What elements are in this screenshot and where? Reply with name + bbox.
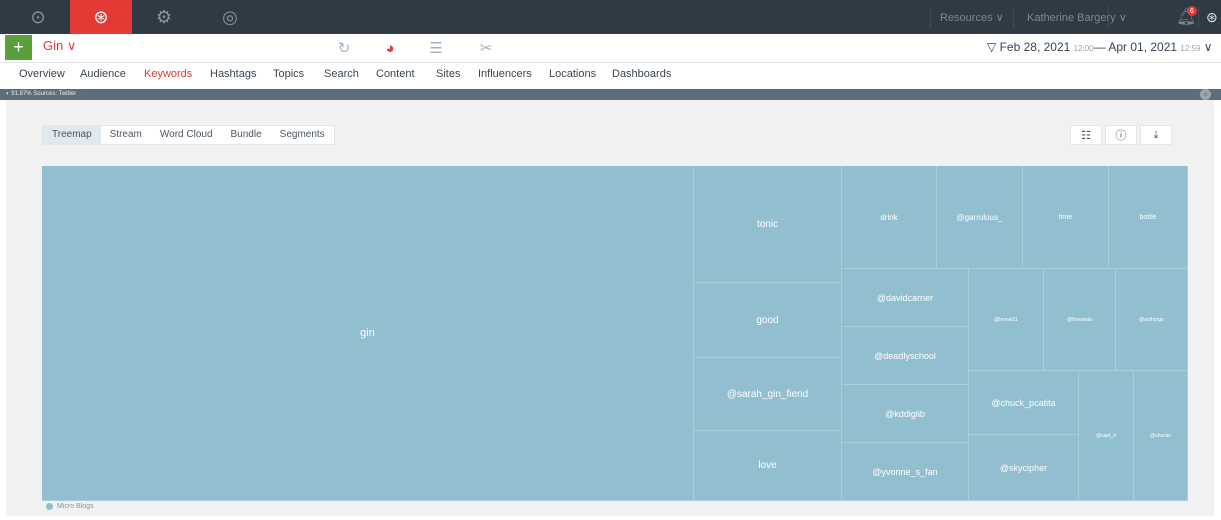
treemap-cell-tonic[interactable]: tonic	[694, 166, 842, 283]
nav-influencers[interactable]: Influencers	[478, 68, 532, 80]
main-nav: Overview Audience Keywords Hashtags Topi…	[0, 63, 1221, 87]
nav-dashboards[interactable]: Dashboards	[612, 68, 671, 80]
treemap-cell-bottle[interactable]: bottle	[1109, 166, 1188, 269]
notification-badge: 6	[1187, 6, 1197, 16]
treemap-cell-leonel11[interactable]: @leonel11	[969, 269, 1044, 371]
tab-stream[interactable]: Stream	[101, 126, 151, 144]
nav-topics[interactable]: Topics	[273, 68, 304, 80]
nav-sites[interactable]: Sites	[436, 68, 460, 80]
nav-audience[interactable]: Audience	[80, 68, 126, 80]
tools-icon[interactable]: ✂	[474, 36, 498, 60]
treemap-cell-chucks[interactable]: @chucks	[1134, 371, 1188, 501]
add-button[interactable]: +	[5, 35, 32, 60]
divider	[1108, 6, 1109, 28]
treemap-cell-good[interactable]: good	[694, 283, 842, 358]
close-icon[interactable]: ×	[1200, 89, 1211, 100]
treemap-cell-capt-n[interactable]: @capt_n	[1079, 371, 1134, 501]
treemap-cell-sarah-gin-fiend[interactable]: @sarah_gin_fiend	[694, 358, 842, 431]
treemap-cell-authorgo[interactable]: @authorgo	[1116, 269, 1188, 371]
divider	[1013, 6, 1014, 28]
project-selector[interactable]: Gin ∨	[43, 38, 76, 54]
date-separator: —	[1093, 40, 1106, 54]
legend-label: Micro Blogs	[57, 503, 94, 510]
settings-icon[interactable]: ⚙	[133, 0, 195, 34]
date-range-picker[interactable]: ▽ Feb 28, 2021 12:00— Apr 01, 2021 12:59…	[987, 40, 1213, 54]
treemap-cell-gin[interactable]: gin	[42, 166, 694, 501]
date-end: Apr 01, 2021	[1108, 40, 1178, 54]
tab-treemap[interactable]: Treemap	[43, 126, 101, 144]
date-start-time: 12:00	[1073, 44, 1094, 53]
treemap-legend: Micro Blogs	[46, 503, 94, 510]
nav-locations[interactable]: Locations	[549, 68, 596, 80]
tab-bundle[interactable]: Bundle	[222, 126, 271, 144]
list-view-icon[interactable]: ☷	[1070, 125, 1102, 145]
treemap-cell-deadlyschool[interactable]: @deadlyschool	[842, 327, 969, 385]
view-tabs: Treemap Stream Word Cloud Bundle Segment…	[42, 125, 335, 145]
account-icon[interactable]: ⊛	[1206, 0, 1218, 34]
legend-swatch	[46, 503, 53, 510]
treemap-cell-garrulous[interactable]: @garrulous_	[937, 166, 1023, 269]
download-icon[interactable]: ⤓	[1140, 125, 1172, 145]
treemap-cell-love[interactable]: love	[694, 431, 842, 501]
chevron-down-icon: ∨	[1203, 40, 1213, 54]
user-menu[interactable]: Katherine Bargery ∨	[1027, 0, 1127, 34]
treemap-cell-davidcarner[interactable]: @davidcarner	[842, 269, 969, 327]
target-icon[interactable]: ◎	[199, 0, 261, 34]
treemap-cell-chuck-pcatita[interactable]: @chuck_pcatita	[969, 371, 1079, 435]
nav-keywords[interactable]: Keywords	[144, 68, 192, 80]
keyword-treemap: gin tonic good @sarah_gin_fiend love dri…	[42, 166, 1188, 501]
sources-bar: ◐ 91.87% Sources: Twitter	[0, 89, 1221, 100]
dashboard-gauge-icon[interactable]: ◕	[378, 36, 402, 60]
tab-segments[interactable]: Segments	[271, 126, 334, 144]
location-pin-icon[interactable]: ⊙	[7, 0, 69, 34]
filter-icon: ▽	[987, 40, 997, 54]
sources-text: ◐ 91.87% Sources: Twitter	[6, 91, 77, 97]
treemap-cell-drink[interactable]: drink	[842, 166, 937, 269]
bell-icon[interactable]: 🔔︎	[1176, 0, 1196, 34]
treemap-cell-yvonne-s-fan[interactable]: @yvonne_s_fan	[842, 443, 969, 501]
list-icon[interactable]: ☰	[424, 36, 448, 60]
divider	[1198, 6, 1199, 28]
nav-content[interactable]: Content	[376, 68, 415, 80]
treemap-cell-time[interactable]: time	[1023, 166, 1109, 269]
info-icon[interactable]: ⓘ	[1105, 125, 1137, 145]
nav-overview[interactable]: Overview	[19, 68, 65, 80]
nav-search[interactable]: Search	[324, 68, 359, 80]
nav-hashtags[interactable]: Hashtags	[210, 68, 256, 80]
listen-icon[interactable]: ⊛	[70, 0, 132, 34]
treemap-cell-kddiglib[interactable]: @kddiglib	[842, 385, 969, 443]
resources-menu[interactable]: Resources ∨	[940, 0, 1004, 34]
date-start: Feb 28, 2021	[999, 40, 1071, 54]
treemap-cell-skycipher[interactable]: @skycipher	[969, 435, 1079, 501]
treemap-cell-thewesla[interactable]: @thewesla	[1044, 269, 1116, 371]
date-end-time: 12:59	[1180, 44, 1201, 53]
refresh-icon[interactable]: ↻	[332, 36, 356, 60]
divider	[930, 6, 931, 28]
tab-word-cloud[interactable]: Word Cloud	[151, 126, 222, 144]
